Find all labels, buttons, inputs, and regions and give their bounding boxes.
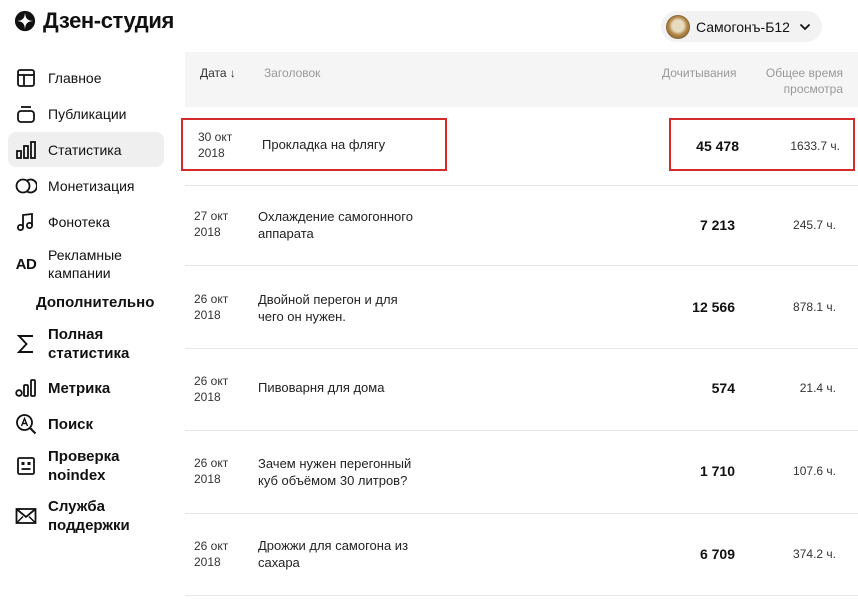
sidebar-section-title: Дополнительно (36, 294, 155, 311)
row-reads: 12 566 (692, 299, 735, 315)
sidebar-item-ad-campaigns[interactable]: AD Рекламные кампании (8, 244, 164, 284)
row-time: 245.7 ч. (793, 218, 836, 232)
sidebar-item-phonoteka[interactable]: Фонотека (8, 208, 164, 236)
row-reads: 7 213 (699, 217, 735, 233)
sidebar-item-label: Главное (48, 70, 102, 86)
app-title: Дзен-студия (43, 8, 174, 33)
publications-icon (14, 102, 38, 126)
sigma-icon (14, 332, 38, 356)
coins-icon (14, 174, 38, 198)
zen-logo-icon (14, 10, 36, 32)
column-header-date[interactable]: Дата ↓ (200, 65, 236, 81)
row-title[interactable]: Дрожжи для самогона из сахара (258, 537, 423, 571)
sidebar-item-support[interactable]: Служба поддержки (8, 496, 164, 536)
sidebar-item-label: Поиск (48, 415, 94, 433)
row-time: 107.6 ч. (793, 464, 836, 478)
channel-selector[interactable]: Самогонъ-Б12 (661, 11, 822, 42)
table-row[interactable]: 27 окт 2018 Охлаждение самогонного аппар… (185, 186, 858, 266)
row-date: 26 окт 2018 (194, 292, 229, 322)
sidebar-item-noindex[interactable]: Проверка noindex (8, 446, 164, 486)
sidebar-item-label: Фонотека (48, 214, 110, 230)
highlight-box-title (181, 118, 447, 171)
row-reads: 574 (711, 380, 735, 396)
table-row[interactable]: 26 окт 2018 Дрожжи для самогона из сахар… (185, 514, 858, 596)
chevron-down-icon (799, 23, 811, 30)
sidebar-item-label: Проверка noindex (48, 448, 120, 484)
sidebar-item-statistics[interactable]: Статистика (8, 132, 164, 167)
app-logo[interactable]: Дзен-студия (14, 8, 174, 34)
channel-avatar (666, 14, 690, 39)
noindex-icon (14, 454, 38, 478)
row-time: 21.4 ч. (799, 381, 836, 395)
channel-name: Самогонъ-Б12 (696, 18, 790, 35)
table-row[interactable]: 26 окт 2018 Двойной перегон и для чего о… (185, 266, 858, 349)
sidebar-item-label: Статистика (48, 141, 122, 158)
table-row[interactable]: 26 окт 2018 Зачем нужен перегонный куб о… (185, 431, 858, 514)
music-note-icon (14, 210, 38, 234)
row-title[interactable]: Зачем нужен перегонный куб объёмом 30 ли… (258, 455, 423, 489)
sidebar-item-monetization[interactable]: Монетизация (8, 172, 164, 200)
row-reads: 1 710 (699, 463, 735, 479)
row-reads: 6 709 (699, 546, 735, 562)
row-title[interactable]: Охлаждение самогонного аппарата (258, 208, 438, 242)
sidebar-item-label: Служба поддержки (48, 498, 130, 534)
search-icon (14, 412, 38, 436)
row-date: 27 окт 2018 (194, 209, 229, 239)
row-date: 26 окт 2018 (194, 456, 229, 486)
table-header: Дата ↓ Заголовок Дочитывания Общее время… (185, 52, 858, 107)
sidebar-item-label: Рекламные кампании (48, 247, 122, 281)
sidebar-item-label: Метрика (48, 379, 111, 397)
ad-icon: AD (15, 255, 37, 273)
sidebar-item-label: Публикации (48, 106, 127, 122)
sidebar-item-label: Монетизация (48, 178, 135, 194)
row-time: 374.2 ч. (793, 547, 836, 561)
metrika-icon (14, 376, 38, 400)
sidebar-item-metrika[interactable]: Метрика (8, 374, 164, 402)
highlight-box-values (669, 118, 855, 171)
bar-chart-icon (14, 138, 38, 162)
column-header-time[interactable]: Общее время просмотра (765, 65, 843, 97)
column-header-reads[interactable]: Дочитывания (662, 65, 737, 81)
row-title[interactable]: Двойной перегон и для чего он нужен. (258, 291, 418, 325)
row-date: 26 окт 2018 (194, 374, 229, 404)
column-header-title: Заголовок (264, 66, 321, 80)
sidebar-item-label: Полная статистика (48, 326, 130, 362)
sidebar-item-main[interactable]: Главное (8, 64, 164, 92)
sidebar-item-publications[interactable]: Публикации (8, 100, 164, 128)
layout-icon (14, 66, 38, 90)
row-title[interactable]: Пивоварня для дома (258, 379, 438, 396)
sidebar-item-full-stats[interactable]: Полная статистика (8, 324, 164, 364)
sidebar-item-search[interactable]: Поиск (8, 410, 164, 438)
row-time: 878.1 ч. (793, 300, 836, 314)
row-date: 26 окт 2018 (194, 539, 229, 569)
mail-icon (14, 504, 38, 528)
table-row[interactable]: 26 окт 2018 Пивоварня для дома 574 21.4 … (185, 349, 858, 431)
